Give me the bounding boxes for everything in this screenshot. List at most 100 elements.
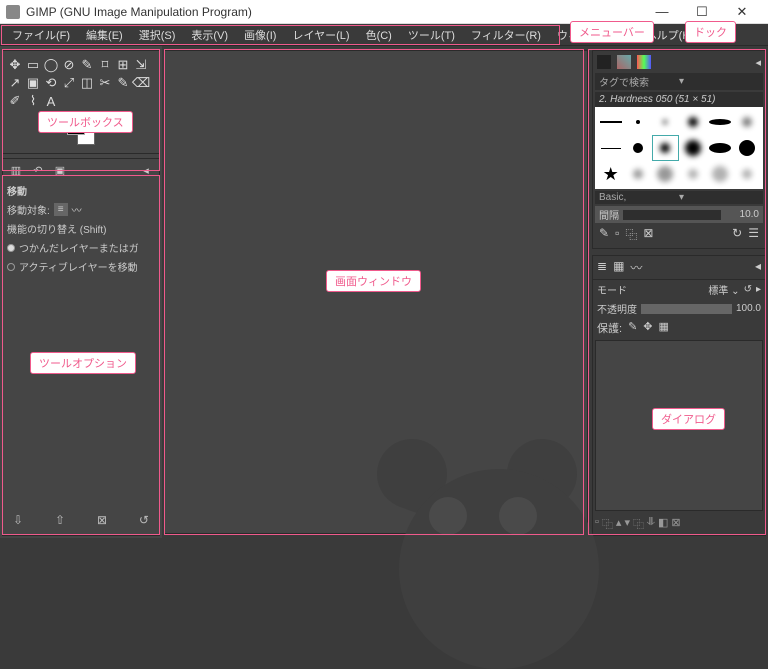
brush-item[interactable] <box>652 109 679 135</box>
brush-duplicate-icon[interactable]: ⿻ <box>625 226 637 243</box>
menu-edit[interactable]: 編集(E) <box>78 24 131 46</box>
layer-merge-icon[interactable]: ⥥ <box>647 516 655 532</box>
tool-unified-transform-icon[interactable]: ⊞ <box>115 57 131 73</box>
tool-crop-icon[interactable]: ⌑ <box>97 57 113 73</box>
lock-alpha-icon[interactable]: ▦ <box>659 320 669 336</box>
move-target-path-icon[interactable]: 〰 <box>72 202 82 217</box>
brush-delete-icon[interactable]: ⊠ <box>643 226 653 243</box>
tool-airbrush-icon[interactable]: ✎ <box>115 75 131 91</box>
canvas-window[interactable] <box>164 50 588 534</box>
brush-edit-icon[interactable]: ✎ <box>599 226 609 243</box>
maximize-button[interactable]: ☐ <box>682 0 722 24</box>
mode-dropdown[interactable]: 標準 ⌄ <box>631 282 740 297</box>
radio-active-layer[interactable] <box>7 263 15 271</box>
brush-item[interactable] <box>624 109 651 135</box>
tool-ellipse-select-icon[interactable]: ◯ <box>43 57 59 73</box>
tool-rect-select-icon[interactable]: ▭ <box>25 57 41 73</box>
tool-fuzzy-select-icon[interactable]: ✎ <box>79 57 95 73</box>
menu-select[interactable]: 選択(S) <box>131 24 184 46</box>
tab-undo-history-icon[interactable]: ↶ <box>29 163 47 177</box>
tool-gradient-icon[interactable]: ⟲ <box>43 75 59 91</box>
restore-options-icon[interactable]: ⇧ <box>55 513 65 527</box>
tool-free-select-icon[interactable]: ⊘ <box>61 57 77 73</box>
menu-layer[interactable]: レイヤー(L) <box>284 24 357 46</box>
brush-item[interactable] <box>624 135 651 161</box>
tool-smudge-icon[interactable]: ⌇ <box>25 93 41 109</box>
brush-item[interactable] <box>679 161 706 187</box>
brush-preset-dropdown[interactable]: Basic, ▾ <box>595 191 763 204</box>
move-target-layer-icon[interactable]: ≡ <box>54 203 68 216</box>
menu-tools[interactable]: ツール(T) <box>400 24 463 46</box>
brush-item[interactable] <box>706 135 733 161</box>
tab-channels-icon[interactable]: ▦ <box>613 259 624 276</box>
reset-options-icon[interactable]: ↺ <box>139 513 149 527</box>
brush-item[interactable]: ★ <box>597 161 624 187</box>
tool-clone-icon[interactable]: ✐ <box>7 93 23 109</box>
tab-paths-icon[interactable]: 〰 <box>630 259 642 276</box>
panel-menu-icon[interactable]: ◂ <box>137 163 155 177</box>
brush-item-selected[interactable] <box>652 135 679 161</box>
lock-position-icon[interactable]: ✥ <box>643 320 652 336</box>
layer-duplicate-icon[interactable]: ⿻ <box>633 516 644 532</box>
brush-item[interactable] <box>734 135 761 161</box>
brush-item[interactable] <box>597 109 624 135</box>
tab-brushes-icon[interactable] <box>597 55 611 69</box>
tool-eraser-icon[interactable]: ✂ <box>97 75 113 91</box>
minimize-button[interactable]: — <box>642 0 682 24</box>
close-button[interactable]: ✕ <box>722 0 762 24</box>
brush-item[interactable] <box>706 161 733 187</box>
opt-pick-layer-label: つかんだレイヤーまたはガ <box>19 240 139 255</box>
menu-file[interactable]: ファイル(F) <box>4 24 78 46</box>
tab-layers-icon[interactable]: ≣ <box>597 259 607 276</box>
tool-measure-icon[interactable]: ↗ <box>7 75 23 91</box>
brush-item[interactable] <box>734 109 761 135</box>
tool-pencil-icon[interactable]: ⤢ <box>61 75 77 91</box>
fg-bg-color-widget[interactable] <box>67 117 95 145</box>
tab-images-icon[interactable]: ▣ <box>51 163 69 177</box>
tool-paintbrush-icon[interactable]: ◫ <box>79 75 95 91</box>
menu-colors[interactable]: 色(C) <box>358 24 400 46</box>
tab-tool-options-icon[interactable]: ▥ <box>7 163 25 177</box>
brush-refresh-icon[interactable]: ↻ <box>732 226 742 243</box>
layer-down-icon[interactable]: ▾ <box>624 516 630 532</box>
delete-options-icon[interactable]: ⊠ <box>97 513 107 527</box>
lock-pixels-icon[interactable]: ✎ <box>628 320 637 336</box>
tab-patterns-icon[interactable] <box>617 55 631 69</box>
layer-up-icon[interactable]: ▴ <box>616 516 622 532</box>
search-clear-icon[interactable]: ▾ <box>679 76 759 87</box>
tool-bucket-icon[interactable]: ▣ <box>25 75 41 91</box>
brush-item[interactable] <box>624 161 651 187</box>
layer-delete-icon[interactable]: ⊠ <box>671 516 680 532</box>
menu-help[interactable]: ヘルプ(H) <box>638 24 702 46</box>
menu-view[interactable]: 表示(V) <box>183 24 236 46</box>
tool-text-icon[interactable]: A <box>43 93 59 109</box>
tab-gradients-icon[interactable] <box>637 55 651 69</box>
brush-item[interactable] <box>652 161 679 187</box>
mode-reset-icon[interactable]: ↺ <box>744 284 752 295</box>
brush-menu-icon[interactable]: ☰ <box>748 226 759 243</box>
panel-menu-icon[interactable]: ◂ <box>755 259 761 276</box>
app-logo-icon <box>6 5 20 19</box>
spacing-slider[interactable] <box>623 210 721 220</box>
brush-item[interactable] <box>706 109 733 135</box>
menu-image[interactable]: 画像(I) <box>236 24 284 46</box>
brush-search[interactable]: タグで検索 ▾ <box>595 73 763 90</box>
menu-windows[interactable]: ウィンドウ(W) <box>549 24 638 46</box>
panel-menu-icon[interactable]: ◂ <box>755 56 761 69</box>
save-options-icon[interactable]: ⇩ <box>13 513 23 527</box>
brush-new-icon[interactable]: ▫ <box>615 226 619 243</box>
tool-move-icon[interactable]: ✥ <box>7 57 23 73</box>
radio-pick-layer[interactable] <box>7 244 15 252</box>
brush-item[interactable] <box>734 161 761 187</box>
brush-item[interactable] <box>597 135 624 161</box>
opacity-slider[interactable] <box>641 304 732 314</box>
layer-mask-icon[interactable]: ◧ <box>658 516 668 532</box>
tool-ink-icon[interactable]: ⌫ <box>133 75 149 91</box>
fg-color-swatch[interactable] <box>67 117 85 135</box>
mode-more-icon[interactable]: ▸ <box>756 284 761 295</box>
menu-filters[interactable]: フィルター(R) <box>463 24 549 46</box>
brush-item[interactable] <box>679 135 706 161</box>
layers-list[interactable] <box>595 340 763 511</box>
tool-warp-icon[interactable]: ⇲ <box>133 57 149 73</box>
brush-item[interactable] <box>679 109 706 135</box>
